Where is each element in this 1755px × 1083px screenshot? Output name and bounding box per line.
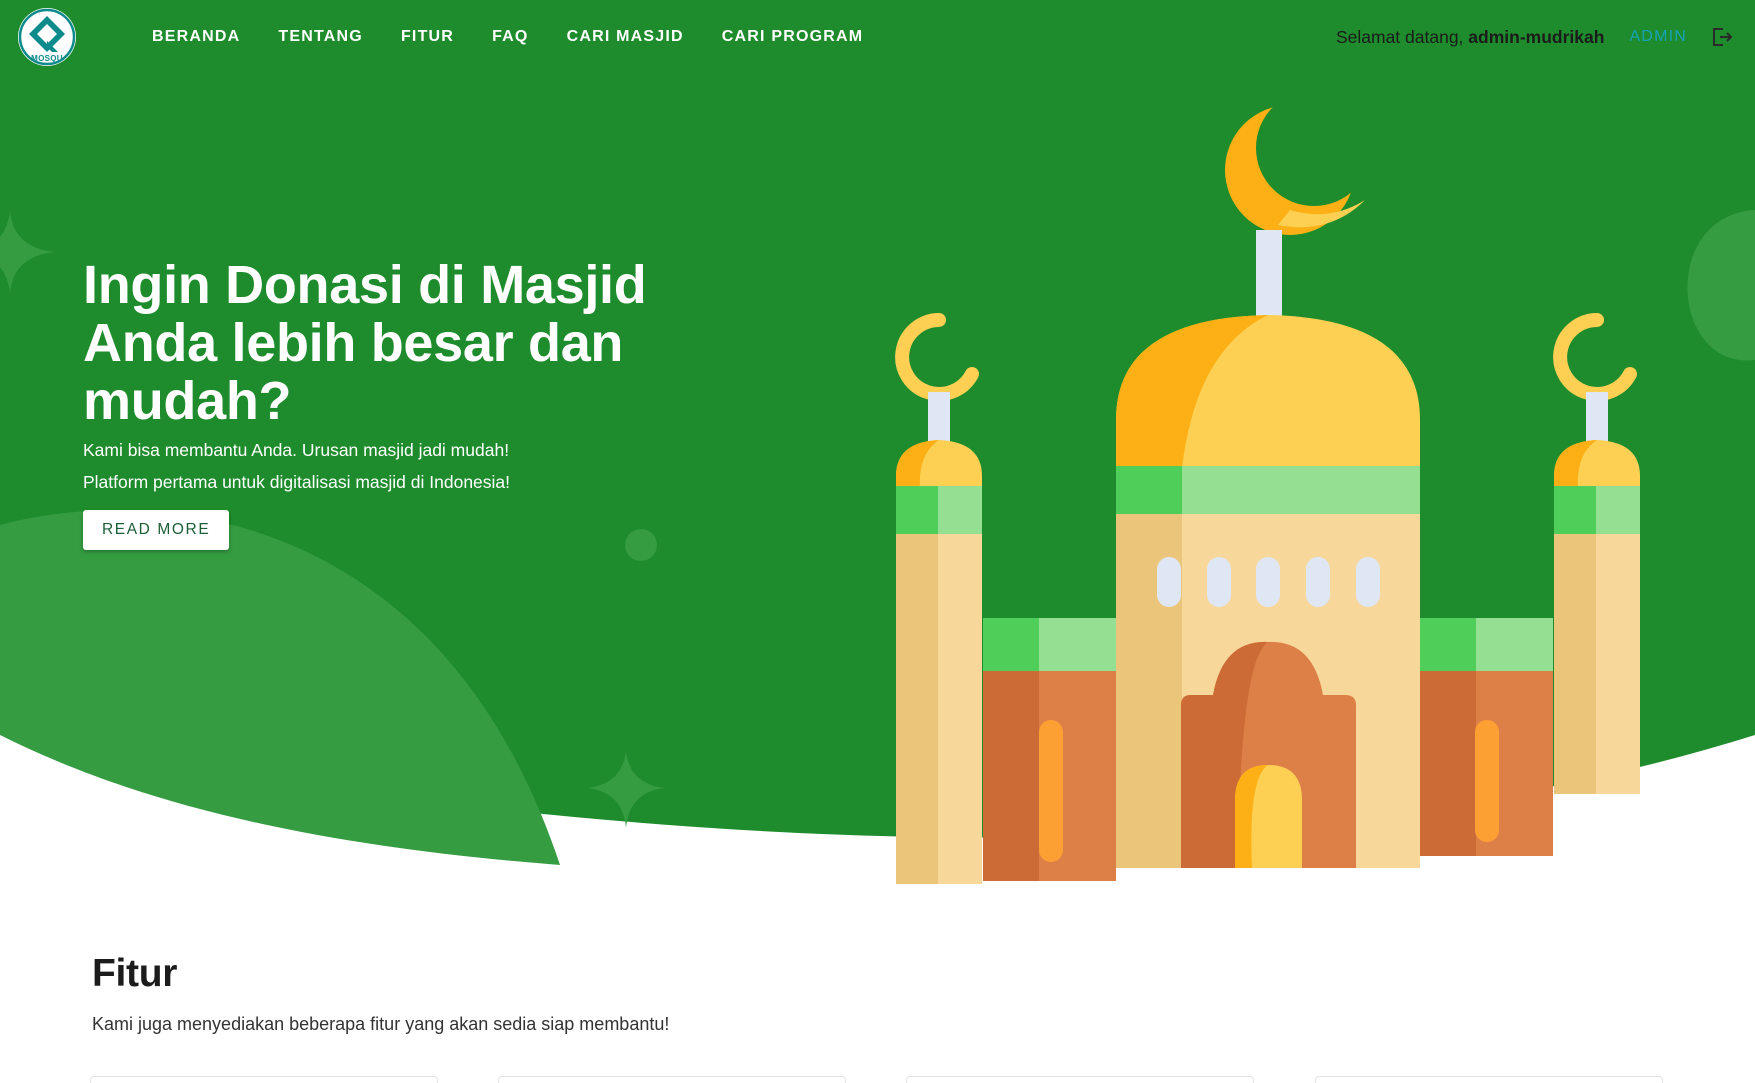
feature-card[interactable] [90, 1076, 438, 1083]
feature-card[interactable] [906, 1076, 1254, 1083]
read-more-button[interactable]: READ MORE [83, 510, 230, 550]
feature-card[interactable] [498, 1076, 846, 1083]
hero-title-line-2: Anda lebih besar dan [83, 313, 624, 373]
top-navbar: MOSQU BERANDA TENTANG FITUR FAQ CARI MAS… [0, 0, 1755, 74]
welcome-prefix: Selamat datang, [1335, 26, 1464, 47]
features-title: Fitur [92, 952, 178, 995]
feature-cards [90, 1076, 1670, 1083]
feature-card[interactable] [1315, 1076, 1663, 1083]
hero-section: MOSQU BERANDA TENTANG FITUR FAQ CARI MAS… [0, 0, 1755, 890]
nav-fitur[interactable]: FITUR [382, 28, 473, 46]
nav-cari-masjid[interactable]: CARI MASJID [548, 28, 703, 46]
brand-logo[interactable]: MOSQU [18, 8, 76, 66]
nav-cari-program[interactable]: CARI PROGRAM [703, 28, 883, 46]
nav-faq[interactable]: FAQ [473, 28, 548, 46]
hero-title: Ingin Donasi di Masjid Anda lebih besar … [83, 256, 703, 430]
hero-text-block: Ingin Donasi di Masjid Anda lebih besar … [83, 256, 703, 550]
nav-tentang[interactable]: TENTANG [259, 28, 382, 46]
nav-beranda[interactable]: BERANDA [133, 28, 259, 46]
features-subtitle: Kami juga menyediakan beberapa fitur yan… [92, 1014, 670, 1034]
hero-subtitle-line-2: Platform pertama untuk digitalisasi masj… [83, 472, 511, 492]
logout-icon [1713, 28, 1733, 46]
features-section: Fitur Kami juga menyediakan beberapa fit… [92, 952, 669, 1035]
logout-button[interactable] [1709, 24, 1735, 50]
hero-title-line-3: mudah? [83, 371, 292, 431]
user-area: Selamat datang, admin-mudrikah ADMIN [1336, 0, 1735, 74]
hero-title-line-1: Ingin Donasi di Masjid [83, 255, 647, 315]
welcome-text: Selamat datang, admin-mudrikah [1336, 27, 1604, 48]
hero-subtitle-line-1: Kami bisa membantu Anda. Urusan masjid j… [83, 440, 510, 460]
main-nav: BERANDA TENTANG FITUR FAQ CARI MASJID CA… [133, 0, 882, 74]
logo-text: MOSQU [31, 54, 63, 63]
mosque-illustration [895, 90, 1640, 884]
username: admin-mudrikah [1468, 26, 1605, 47]
hero-subtitle: Kami bisa membantu Anda. Urusan masjid j… [83, 434, 703, 498]
admin-link[interactable]: ADMIN [1629, 28, 1687, 46]
